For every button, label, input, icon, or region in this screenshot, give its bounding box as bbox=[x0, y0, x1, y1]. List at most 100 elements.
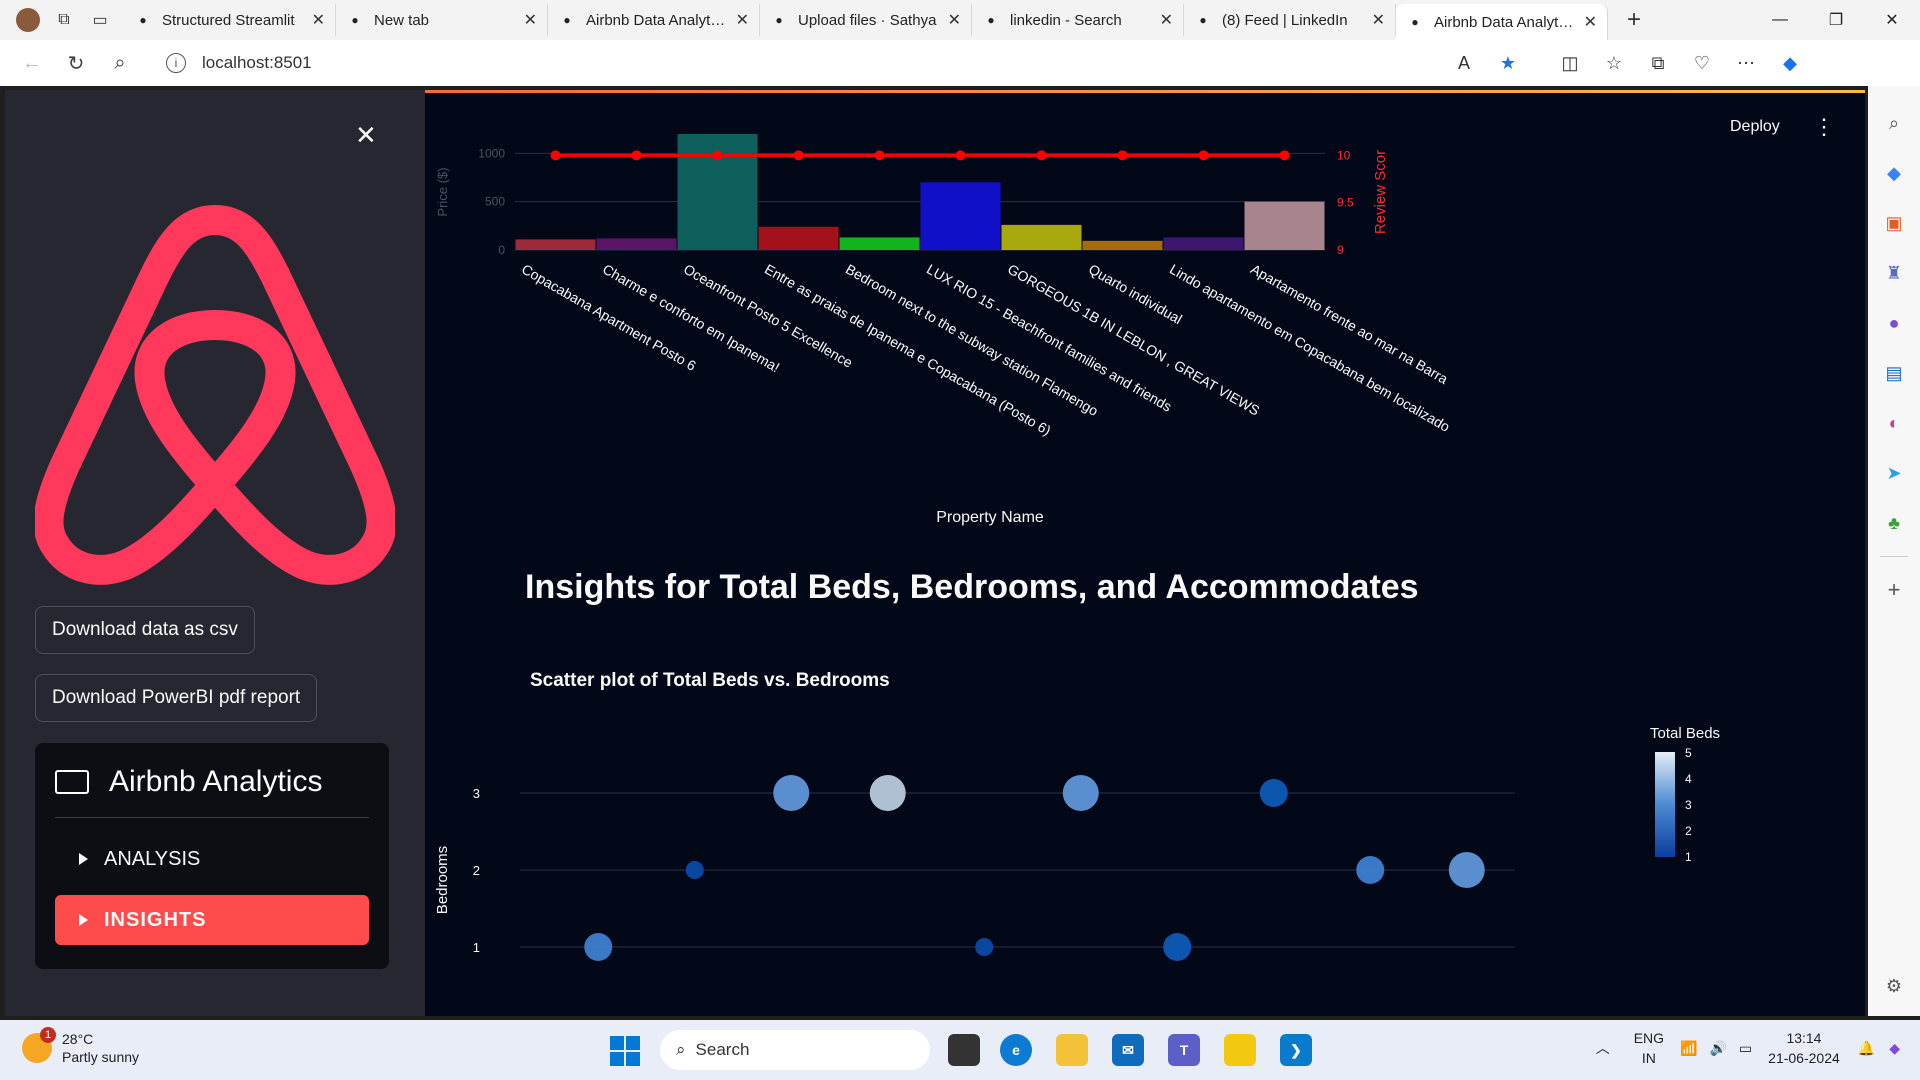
tools-briefcase-icon[interactable]: ▣ bbox=[1878, 207, 1910, 239]
close-tab-icon[interactable]: ✕ bbox=[948, 10, 961, 30]
close-sidebar-icon[interactable]: ✕ bbox=[355, 120, 377, 151]
task-view-icon[interactable] bbox=[948, 1034, 980, 1066]
start-button-icon[interactable] bbox=[610, 1036, 640, 1066]
refresh-icon[interactable]: ↻ bbox=[56, 43, 96, 83]
collections-icon[interactable]: ⧉ bbox=[1636, 43, 1680, 83]
option-menu: Airbnb Analytics ANALYSIS INSIGHTS bbox=[35, 743, 389, 969]
browser-tab-bar: ⧉ ▭ ● Structured Streamlit ✕ ● New tab ✕ ● Airb… bbox=[0, 0, 1920, 40]
monitor-icon bbox=[55, 770, 89, 794]
browser-essentials-icon[interactable]: ♡ bbox=[1680, 43, 1724, 83]
tree-icon[interactable]: ♣ bbox=[1878, 507, 1910, 539]
close-tab-icon[interactable]: ✕ bbox=[736, 10, 749, 30]
scatter-point bbox=[685, 861, 704, 879]
streamlit-app: ✕ Download data as csv Download PowerBI … bbox=[5, 90, 1865, 1016]
caret-right-icon bbox=[79, 914, 88, 926]
windows-taskbar: 1 28°C Partly sunny ⌕ Search e ✉ T ❯ ︿ E… bbox=[0, 1020, 1920, 1080]
scatter-point bbox=[1062, 775, 1099, 811]
site-info-icon[interactable]: i bbox=[166, 53, 186, 73]
read-aloud-icon[interactable]: A bbox=[1442, 43, 1486, 83]
copilot-icon[interactable]: ◆ bbox=[1768, 43, 1812, 83]
url-field[interactable]: i localhost:8501 bbox=[152, 45, 1442, 81]
colorbar-tick-label: 2 bbox=[1685, 824, 1692, 838]
y-tick-label: 0 bbox=[498, 243, 505, 257]
colorbar-tick-label: 4 bbox=[1685, 772, 1692, 786]
copilot-apps-icon[interactable]: ● bbox=[1878, 307, 1910, 339]
tab-label: Airbnb Data Analytics bbox=[1434, 13, 1576, 31]
menu-title: Airbnb Analytics bbox=[55, 765, 322, 799]
y-tick-label: 3 bbox=[473, 786, 480, 801]
back-icon[interactable]: ← bbox=[12, 43, 52, 83]
notification-bell-icon[interactable]: 🔔 bbox=[1858, 1040, 1875, 1057]
close-tab-icon[interactable]: ✕ bbox=[312, 10, 325, 30]
new-tab-plus-icon[interactable]: + bbox=[1616, 2, 1652, 38]
vscode-icon[interactable]: ❯ bbox=[1280, 1034, 1312, 1066]
system-tray: ︿ ENG IN 📶 🔊 ▭ 13:14 21-06-2024 🔔 ◆ bbox=[1596, 1028, 1900, 1068]
settings-gear-icon[interactable]: ⚙ bbox=[1878, 970, 1910, 1002]
browser-tab[interactable]: ● (8) Feed | LinkedIn ✕ bbox=[1184, 4, 1396, 36]
powerbi-icon[interactable] bbox=[1224, 1034, 1256, 1066]
browser-tab[interactable]: ● Airbnb Data Analytics ✕ bbox=[548, 4, 760, 36]
browser-tab[interactable]: ● Structured Streamlit ✕ bbox=[124, 4, 336, 36]
clock[interactable]: 13:14 21-06-2024 bbox=[1768, 1028, 1840, 1068]
language-indicator[interactable]: ENG IN bbox=[1634, 1028, 1664, 1068]
close-tab-icon[interactable]: ✕ bbox=[1160, 10, 1173, 30]
close-tab-icon[interactable]: ✕ bbox=[1372, 10, 1385, 30]
favorite-star-icon[interactable]: ★ bbox=[1486, 43, 1530, 83]
shopping-tag-icon[interactable]: ◆ bbox=[1878, 157, 1910, 189]
weather-desc: Partly sunny bbox=[62, 1049, 140, 1065]
bar bbox=[839, 237, 920, 250]
scatter-heading: Scatter plot of Total Beds vs. Bedrooms bbox=[530, 670, 890, 691]
review-score-point bbox=[793, 150, 804, 161]
outlook-icon[interactable]: ▤ bbox=[1878, 357, 1910, 389]
search-icon[interactable]: ⌕ bbox=[100, 43, 140, 83]
telegram-icon[interactable]: ➤ bbox=[1878, 457, 1910, 489]
search-icon[interactable]: ⌕ bbox=[1878, 107, 1910, 139]
edge-browser-icon[interactable]: e bbox=[1000, 1034, 1032, 1066]
download-pdf-button[interactable]: Download PowerBI pdf report bbox=[35, 674, 318, 722]
close-tab-icon[interactable]: ✕ bbox=[524, 10, 537, 30]
copilot-taskbar-icon[interactable]: ◆ bbox=[1889, 1040, 1900, 1057]
weather-widget[interactable]: 1 28°C Partly sunny bbox=[22, 1027, 140, 1066]
tab-label: Structured Streamlit bbox=[162, 11, 295, 29]
teams-icon[interactable]: T bbox=[1168, 1034, 1200, 1066]
app-sidebar: ✕ Download data as csv Download PowerBI … bbox=[5, 90, 425, 1016]
chevron-up-icon[interactable]: ︿ bbox=[1596, 1038, 1610, 1058]
file-explorer-icon[interactable] bbox=[1056, 1034, 1088, 1066]
scatter-point bbox=[1356, 856, 1385, 884]
menu-item-insights[interactable]: INSIGHTS bbox=[55, 895, 369, 945]
minimize-button[interactable]: — bbox=[1752, 0, 1808, 40]
tab-actions-icon[interactable]: ▭ bbox=[82, 2, 118, 38]
close-window-button[interactable]: ✕ bbox=[1864, 0, 1920, 40]
split-screen-icon[interactable]: ◫ bbox=[1548, 43, 1592, 83]
battery-icon[interactable]: ▭ bbox=[1739, 1040, 1752, 1057]
browser-tab[interactable]: ● Upload files · Sathya ✕ bbox=[760, 4, 972, 36]
wifi-icon[interactable]: 📶 bbox=[1680, 1040, 1697, 1057]
review-score-point bbox=[874, 150, 885, 161]
restore-button[interactable]: ❐ bbox=[1808, 0, 1864, 40]
menu-item-analysis[interactable]: ANALYSIS bbox=[55, 834, 369, 884]
browser-tab[interactable]: ● Airbnb Data Analytics ✕ bbox=[1396, 4, 1608, 40]
browser-tab[interactable]: ● linkedin - Search ✕ bbox=[972, 4, 1184, 36]
workspaces-icon[interactable]: ⧉ bbox=[46, 2, 82, 38]
caret-right-icon bbox=[79, 853, 88, 865]
review-score-point bbox=[631, 150, 642, 161]
bar bbox=[515, 239, 596, 250]
edge-sidebar: ⌕ ◆ ▣ ♜ ● ▤ ◐ ➤ ♣ + ⚙ bbox=[1868, 86, 1920, 1016]
download-csv-button[interactable]: Download data as csv bbox=[35, 606, 255, 654]
x-tick-label: Entre as praias de Ipanema e Copacabana … bbox=[762, 261, 1054, 439]
mail-icon[interactable]: ✉ bbox=[1112, 1034, 1144, 1066]
designer-icon[interactable]: ◐ bbox=[1878, 407, 1910, 439]
review-score-point bbox=[1279, 150, 1290, 161]
weather-temp: 28°C bbox=[62, 1031, 94, 1047]
games-icon[interactable]: ♜ bbox=[1878, 257, 1910, 289]
volume-icon[interactable]: 🔊 bbox=[1709, 1040, 1726, 1057]
more-options-icon[interactable]: ⋯ bbox=[1724, 43, 1768, 83]
favorites-icon[interactable]: ☆ bbox=[1592, 43, 1636, 83]
browser-tab[interactable]: ● New tab ✕ bbox=[336, 4, 548, 36]
taskbar-search[interactable]: ⌕ Search bbox=[660, 1030, 930, 1070]
newtab-icon: ● bbox=[351, 13, 359, 27]
clock-date: 21-06-2024 bbox=[1768, 1050, 1840, 1066]
add-plus-icon[interactable]: + bbox=[1878, 574, 1910, 606]
profile-avatar[interactable] bbox=[10, 2, 46, 38]
close-tab-icon[interactable]: ✕ bbox=[1584, 12, 1597, 32]
